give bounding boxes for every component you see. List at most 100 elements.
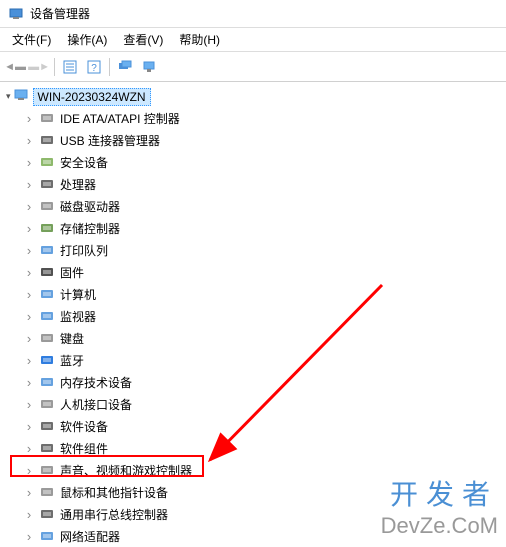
chevron-right-icon[interactable]: ›: [22, 309, 36, 323]
expand-icon[interactable]: ▾: [6, 91, 11, 102]
scan-button[interactable]: [114, 56, 136, 78]
chevron-right-icon[interactable]: ›: [22, 375, 36, 389]
tree-item-label: IDE ATA/ATAPI 控制器: [60, 110, 180, 127]
monitors-icon: [117, 59, 133, 75]
tree-item[interactable]: › 键盘: [18, 327, 506, 349]
back-button[interactable]: ◄▬: [4, 56, 26, 78]
usb-connector-icon: [38, 131, 56, 149]
root-label: WIN-20230324WZN: [33, 88, 151, 106]
tree-item[interactable]: ›存储控制器: [18, 217, 506, 239]
tree-item[interactable]: › 磁盘驱动器: [18, 195, 506, 217]
device-tree: ▾ WIN-20230324WZN › IDE ATA/ATAPI 控制器 › USB…: [0, 82, 506, 547]
app-icon: [8, 6, 24, 22]
tree-item-label: 固件: [60, 264, 84, 281]
chevron-right-icon[interactable]: ›: [22, 397, 36, 411]
tree-item-label: 人机接口设备: [60, 396, 132, 413]
tree-item-label: 软件设备: [60, 418, 108, 435]
chevron-right-icon[interactable]: ›: [22, 133, 36, 147]
tree-item-label: 软件组件: [60, 440, 108, 457]
sound-icon: [38, 461, 56, 479]
chevron-right-icon[interactable]: ›: [22, 221, 36, 235]
tree-item-label: 声音、视频和游戏控制器: [60, 462, 192, 479]
tree-item[interactable]: › 声音、视频和游戏控制器: [18, 459, 506, 481]
chevron-right-icon[interactable]: ›: [22, 463, 36, 477]
tree-item[interactable]: › 软件设备: [18, 415, 506, 437]
tree-item[interactable]: ›网络适配器: [18, 525, 506, 547]
ide-controller-icon: [38, 109, 56, 127]
software-device-icon: [38, 417, 56, 435]
tree-item-label: 安全设备: [60, 154, 108, 171]
tree-item[interactable]: › 安全设备: [18, 151, 506, 173]
back-icon: ◄▬: [4, 61, 26, 73]
tree-item[interactable]: › 监视器: [18, 305, 506, 327]
chevron-right-icon[interactable]: ›: [22, 265, 36, 279]
tree-item[interactable]: › 内存技术设备: [18, 371, 506, 393]
chevron-right-icon[interactable]: ›: [22, 199, 36, 213]
tree-item-label: 键盘: [60, 330, 84, 347]
svg-text:?: ?: [91, 63, 97, 74]
chevron-right-icon[interactable]: ›: [22, 155, 36, 169]
storage-controller-icon: [38, 219, 56, 237]
chevron-right-icon[interactable]: ›: [22, 177, 36, 191]
devices-button[interactable]: [138, 56, 160, 78]
chevron-right-icon[interactable]: ›: [22, 507, 36, 521]
tree-item[interactable]: › 固件: [18, 261, 506, 283]
titlebar: 设备管理器: [0, 0, 506, 28]
usb-controller-icon: [38, 505, 56, 523]
menu-help[interactable]: 帮助(H): [171, 29, 228, 50]
forward-button[interactable]: ▬►: [28, 56, 50, 78]
mouse-icon: [38, 483, 56, 501]
tree-item-label: 内存技术设备: [60, 374, 132, 391]
bluetooth-icon: [38, 351, 56, 369]
tree-item-label: USB 连接器管理器: [60, 132, 160, 149]
chevron-right-icon[interactable]: ›: [22, 419, 36, 433]
toolbar-separator-2: [109, 58, 110, 76]
tree-item[interactable]: › 人机接口设备: [18, 393, 506, 415]
chevron-right-icon[interactable]: ›: [22, 287, 36, 301]
menu-action[interactable]: 操作(A): [59, 29, 115, 50]
hid-icon: [38, 395, 56, 413]
print-queue-icon: [38, 241, 56, 259]
tree-item-label: 磁盘驱动器: [60, 198, 120, 215]
tree-item[interactable]: › 软件组件: [18, 437, 506, 459]
tree-item[interactable]: › USB 连接器管理器: [18, 129, 506, 151]
tree-item[interactable]: › IDE ATA/ATAPI 控制器: [18, 107, 506, 129]
tree-item-label: 计算机: [60, 286, 96, 303]
tree-item-label: 蓝牙: [60, 352, 84, 369]
tree-item[interactable]: › 鼠标和其他指针设备: [18, 481, 506, 503]
processor-icon: [38, 175, 56, 193]
disk-drive-icon: [38, 197, 56, 215]
menu-view[interactable]: 查看(V): [115, 29, 171, 50]
toolbar-separator: [54, 58, 55, 76]
chevron-right-icon[interactable]: ›: [22, 485, 36, 499]
help-button[interactable]: ?: [83, 56, 105, 78]
computer-root-icon: [13, 87, 29, 106]
chevron-right-icon[interactable]: ›: [22, 353, 36, 367]
tree-item-label: 鼠标和其他指针设备: [60, 484, 168, 501]
tree-item[interactable]: ›处理器: [18, 173, 506, 195]
chevron-right-icon[interactable]: ›: [22, 111, 36, 125]
chevron-right-icon[interactable]: ›: [22, 441, 36, 455]
window-title: 设备管理器: [30, 5, 90, 22]
tree-root[interactable]: ▾ WIN-20230324WZN: [2, 86, 506, 107]
software-component-icon: [38, 439, 56, 457]
details-button[interactable]: [59, 56, 81, 78]
computer-icon: [38, 285, 56, 303]
security-device-icon: [38, 153, 56, 171]
tree-item[interactable]: › 蓝牙: [18, 349, 506, 371]
chevron-right-icon[interactable]: ›: [22, 243, 36, 257]
tree-item[interactable]: › 通用串行总线控制器: [18, 503, 506, 525]
chevron-right-icon[interactable]: ›: [22, 529, 36, 543]
tree-item[interactable]: ›打印队列: [18, 239, 506, 261]
menu-file[interactable]: 文件(F): [4, 29, 59, 50]
menubar: 文件(F) 操作(A) 查看(V) 帮助(H): [0, 28, 506, 52]
tree-item-label: 监视器: [60, 308, 96, 325]
chevron-right-icon[interactable]: ›: [22, 331, 36, 345]
help-icon: ?: [86, 59, 102, 75]
network-adapter-icon: [38, 527, 56, 545]
devices-icon: [141, 59, 157, 75]
keyboard-icon: [38, 329, 56, 347]
tree-item[interactable]: › 计算机: [18, 283, 506, 305]
tree-item-label: 通用串行总线控制器: [60, 506, 168, 523]
monitor-icon: [38, 307, 56, 325]
